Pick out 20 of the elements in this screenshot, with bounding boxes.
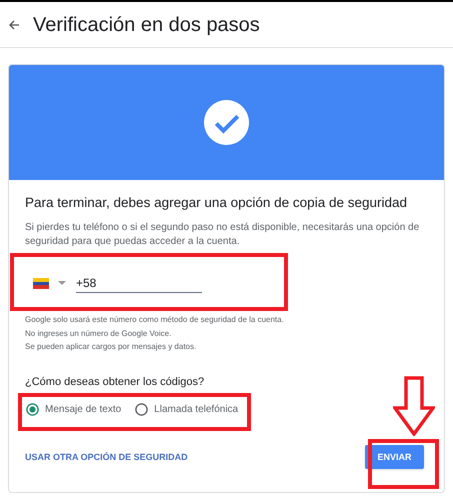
description: Si pierdes tu teléfono o si el segundo paso no está disponible, necesitarás una opción de seguridad para que puedas acceder a la cuenta.: [25, 221, 420, 250]
note: Se pueden aplicar cargos por mensajes y datos.: [25, 341, 198, 354]
note: Google solo usará este número como método de seguridad de la cuenta.: [25, 314, 285, 326]
dropdown-icon[interactable]: [58, 281, 66, 286]
send-button[interactable]: ENVIAR: [365, 445, 424, 470]
highlight-box: [368, 439, 439, 489]
radio-label[interactable]: Llamada telefónica: [154, 402, 238, 418]
heading: Para terminar, debes agregar una opción de copia de seguridad: [25, 194, 408, 212]
phone-field[interactable]: +58: [76, 274, 202, 293]
alternative-option-link[interactable]: USAR OTRA OPCIÓN DE SEGURIDAD: [25, 450, 188, 464]
flag-icon: [33, 278, 49, 289]
down-arrow: [393, 376, 435, 436]
check-icon: [204, 100, 249, 145]
radio-button[interactable]: [26, 403, 39, 416]
page-title: Verificación en dos pasos: [33, 12, 260, 38]
note: No ingreses un número de Google Voice.: [25, 328, 172, 340]
radio-label[interactable]: Mensaje de texto: [45, 402, 122, 418]
question: ¿Cómo deseas obtener los códigos?: [25, 374, 206, 390]
back-icon[interactable]: [8, 18, 20, 30]
radio-button[interactable]: [135, 403, 148, 416]
